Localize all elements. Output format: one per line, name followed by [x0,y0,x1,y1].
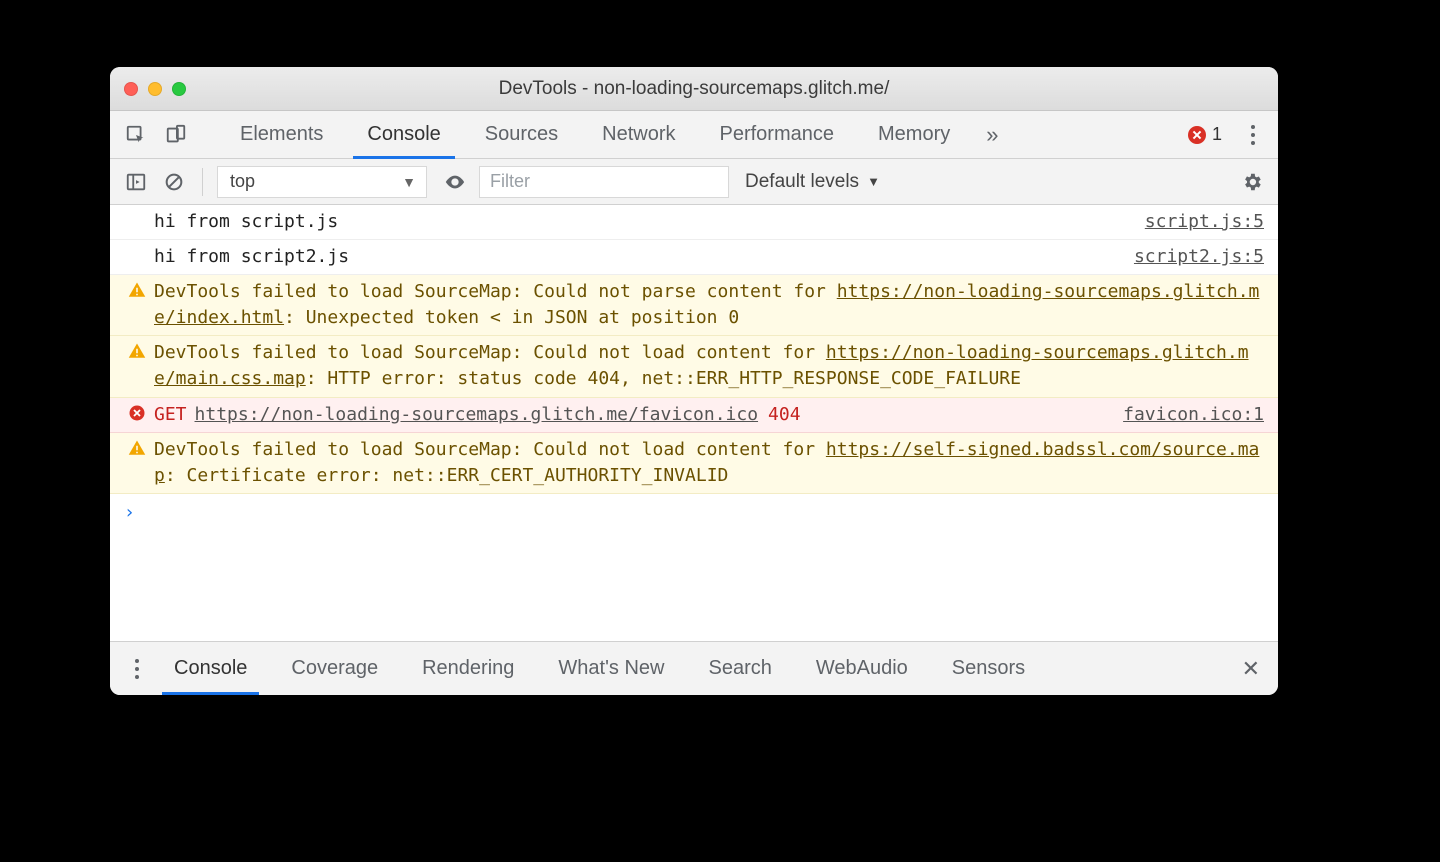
message-body: hi from script.js [154,209,1131,235]
log-levels-label: Default levels [745,171,859,193]
console-log-row: hi from script2.js script2.js:5 [110,240,1278,275]
http-status: 404 [768,404,801,425]
clear-console-icon[interactable] [160,168,188,196]
message-source: script2.js:5 [1120,244,1264,270]
message-source: favicon.ico:1 [1109,402,1264,428]
settings-menu-button[interactable] [1240,125,1266,145]
chevron-down-icon: ▼ [402,174,416,190]
console-error-row: GET https://non-loading-sourcemaps.glitch… [110,398,1278,433]
tab-console[interactable]: Console [345,111,462,158]
drawer-tab-sensors[interactable]: Sensors [930,642,1047,695]
source-link[interactable]: script2.js:5 [1134,246,1264,267]
error-icon [1188,126,1206,144]
message-source: script.js:5 [1131,209,1264,235]
error-count: 1 [1212,124,1222,145]
live-expression-icon[interactable] [441,168,469,196]
drawer-tab-coverage[interactable]: Coverage [269,642,400,695]
tab-elements[interactable]: Elements [218,111,345,158]
source-link[interactable]: favicon.ico:1 [1123,404,1264,425]
inspect-element-icon[interactable] [120,119,152,151]
devtools-window: DevTools - non-loading-sourcemaps.glitch… [110,67,1278,695]
console-warn-row: DevTools failed to load SourceMap: Could… [110,275,1278,336]
console-warn-row: DevTools failed to load SourceMap: Could… [110,433,1278,494]
message-body: GET https://non-loading-sourcemaps.glitch… [154,402,1109,428]
console-prompt[interactable]: › [110,494,1278,563]
message-link[interactable]: https://non-loading-sourcemaps.glitch.me… [154,281,1259,328]
source-link[interactable]: script.js:5 [1145,211,1264,232]
drawer-tab-search[interactable]: Search [686,642,793,695]
window-title: DevTools - non-loading-sourcemaps.glitch… [110,78,1278,100]
main-tabstrip: ElementsConsoleSourcesNetworkPerformance… [110,111,1278,159]
device-toolbar-icon[interactable] [160,119,192,151]
execution-context-label: top [230,171,255,192]
titlebar: DevTools - non-loading-sourcemaps.glitch… [110,67,1278,111]
console-settings-icon[interactable] [1238,168,1266,196]
panel-tabs: ElementsConsoleSourcesNetworkPerformance… [218,111,972,158]
toggle-sidebar-icon[interactable] [122,168,150,196]
console-messages: hi from script.jsscript.js:5hi from scri… [110,205,1278,641]
http-method: GET [154,404,187,425]
error-count-pill[interactable]: 1 [1188,124,1222,145]
request-url-link[interactable]: https://non-loading-sourcemaps.glitch.me… [195,404,759,425]
tab-performance[interactable]: Performance [698,111,857,158]
console-toolbar: top ▼ Default levels ▼ [110,159,1278,205]
drawer-tab-webaudio[interactable]: WebAudio [794,642,930,695]
message-body: hi from script2.js [154,244,1120,270]
drawer-tab-rendering[interactable]: Rendering [400,642,536,695]
drawer-tab-console[interactable]: Console [152,642,269,695]
chevron-down-icon: ▼ [867,174,880,189]
message-body: DevTools failed to load SourceMap: Could… [154,340,1264,392]
drawer-tab-what-s-new[interactable]: What's New [536,642,686,695]
log-gutter [120,244,154,246]
message-link[interactable]: https://self-signed.badssl.com/source.ma… [154,439,1259,486]
tab-network[interactable]: Network [580,111,697,158]
drawer-close-button[interactable]: ✕ [1236,656,1266,682]
warning-icon [120,437,154,457]
message-body: DevTools failed to load SourceMap: Could… [154,279,1264,331]
console-warn-row: DevTools failed to load SourceMap: Could… [110,336,1278,397]
execution-context-select[interactable]: top ▼ [217,166,427,198]
console-log-row: hi from script.js script.js:5 [110,205,1278,240]
log-levels-select[interactable]: Default levels ▼ [745,171,880,193]
warning-icon [120,279,154,299]
filter-input[interactable] [479,166,729,198]
drawer-menu-button[interactable] [122,659,152,679]
tabs-overflow-button[interactable]: » [980,122,1004,148]
toolbar-divider [202,168,203,196]
message-body: DevTools failed to load SourceMap: Could… [154,437,1264,489]
error-icon [120,402,154,422]
tab-sources[interactable]: Sources [463,111,580,158]
drawer-tabstrip: ConsoleCoverageRenderingWhat's NewSearch… [110,641,1278,695]
log-gutter [120,209,154,211]
warning-icon [120,340,154,360]
message-link[interactable]: https://non-loading-sourcemaps.glitch.me… [154,342,1249,389]
tab-memory[interactable]: Memory [856,111,972,158]
